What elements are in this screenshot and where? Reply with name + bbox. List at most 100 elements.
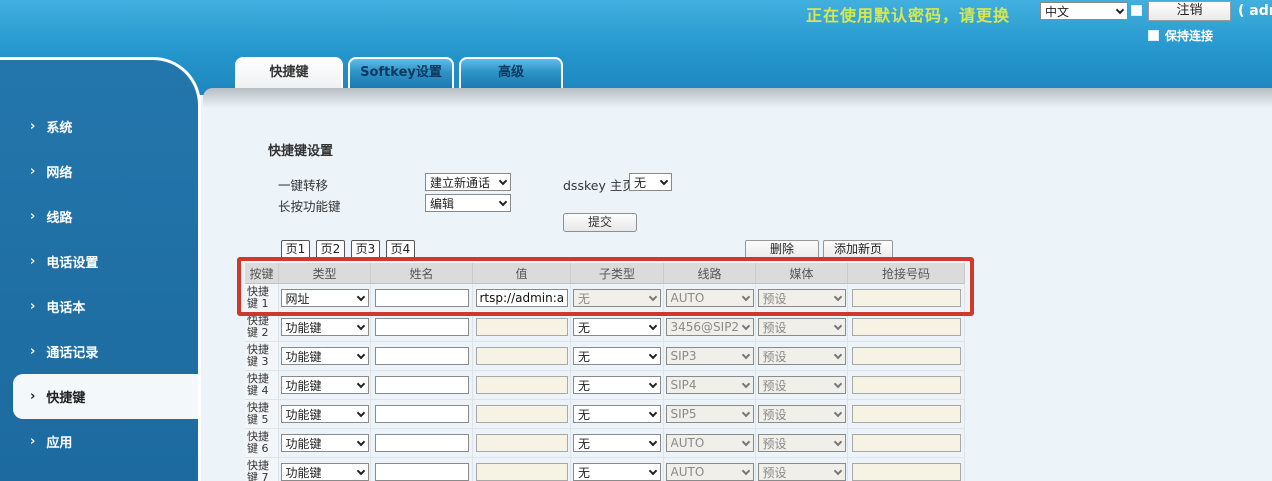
chevron-down-icon: [741, 408, 750, 417]
chevron-down-icon: [741, 292, 750, 301]
logout-button[interactable]: 注销: [1148, 1, 1231, 21]
chevron-right-icon: ›: [30, 164, 36, 179]
topbar-checkbox[interactable]: [1131, 5, 1142, 16]
type-select[interactable]: 功能键: [280, 347, 369, 365]
sidebar: › 系统 › 网络 › 线路 › 电话设置 › 电话本 › 通话记录 › 快捷键…: [0, 57, 201, 481]
type-select[interactable]: 功能键: [280, 318, 369, 336]
name-input[interactable]: [374, 289, 469, 307]
delete-button[interactable]: 删除: [745, 240, 819, 259]
sidebar-item-label: 网络: [46, 166, 73, 181]
sidebar-item-phonebook[interactable]: › 电话本: [0, 284, 198, 329]
submit-button[interactable]: 提交: [563, 213, 637, 232]
one-key-transfer-select[interactable]: 建立新通话: [425, 173, 511, 191]
chevron-down-icon: [356, 437, 365, 446]
shortcut-key-table: 按键 类型 姓名 值 子类型 线路 媒体 抢接号码 快捷键 1 网址 无 AUT…: [245, 263, 965, 481]
value-input: [475, 405, 568, 423]
chevron-down-icon: [356, 321, 365, 330]
subtype-select[interactable]: 无: [573, 463, 661, 481]
chevron-down-icon: [498, 176, 508, 185]
sidebar-item-label: 通话记录: [46, 346, 99, 361]
media-select: 预设: [757, 405, 846, 423]
language-select-value: 中文: [1045, 4, 1070, 19]
chevron-down-icon: [659, 176, 669, 185]
chevron-down-icon: [648, 408, 658, 417]
subtype-select[interactable]: 无: [573, 347, 661, 365]
name-input[interactable]: [374, 405, 469, 423]
dsskey-homepage-value: 无: [634, 175, 647, 190]
type-select[interactable]: 网址: [280, 289, 369, 307]
type-select[interactable]: 功能键: [280, 405, 369, 423]
pickup-number-input: [851, 347, 961, 365]
keep-alive-label: 保持连接: [1165, 29, 1214, 43]
language-select[interactable]: 中文: [1040, 2, 1128, 20]
value-input: [475, 318, 568, 336]
name-input[interactable]: [374, 434, 469, 452]
chevron-down-icon: [741, 466, 750, 475]
subtype-select[interactable]: 无: [573, 318, 661, 336]
name-input[interactable]: [374, 463, 469, 481]
line-select: SIP5: [665, 405, 754, 423]
sidebar-item-line[interactable]: › 线路: [0, 194, 198, 239]
type-select[interactable]: 功能键: [280, 434, 369, 452]
tab-shortcut-keys[interactable]: 快捷键: [235, 57, 343, 88]
chevron-down-icon: [356, 350, 365, 359]
subtype-select[interactable]: 无: [573, 434, 661, 452]
type-select[interactable]: 功能键: [280, 376, 369, 394]
chevron-right-icon: ›: [30, 344, 36, 359]
value-input[interactable]: [475, 289, 568, 307]
sidebar-item-phone-settings[interactable]: › 电话设置: [0, 239, 198, 284]
chevron-down-icon: [648, 321, 658, 330]
col-header-key: 按键: [245, 263, 279, 284]
chevron-down-icon: [741, 321, 750, 330]
long-press-select[interactable]: 编辑: [425, 194, 511, 212]
sidebar-item-label: 电话本: [46, 301, 86, 316]
tab-advanced[interactable]: 高级: [459, 57, 563, 88]
line-select: 3456@SIP2: [665, 318, 754, 336]
chevron-down-icon: [648, 379, 658, 388]
subtype-select[interactable]: 无: [573, 376, 661, 394]
dsskey-homepage-select[interactable]: 无: [629, 173, 672, 191]
sidebar-item-network[interactable]: › 网络: [0, 149, 198, 194]
chevron-right-icon: ›: [30, 209, 36, 224]
line-select: AUTO: [665, 289, 754, 307]
media-select: 预设: [757, 347, 846, 365]
page-tab-1[interactable]: 页1: [281, 240, 310, 259]
sidebar-item-system[interactable]: › 系统: [0, 104, 198, 149]
line-select: AUTO: [665, 434, 754, 452]
media-select: 预设: [757, 289, 846, 307]
keep-alive-checkbox[interactable]: [1148, 30, 1159, 41]
type-select[interactable]: 功能键: [280, 463, 369, 481]
chevron-down-icon: [356, 379, 365, 388]
one-key-transfer-label: 一键转移: [278, 178, 329, 193]
value-input: [475, 376, 568, 394]
page-tab-2[interactable]: 页2: [316, 240, 345, 259]
name-input[interactable]: [374, 376, 469, 394]
row-key-label: 快捷键 6: [245, 429, 279, 458]
add-page-button[interactable]: 添加新页: [823, 240, 893, 259]
media-select: 预设: [757, 463, 846, 481]
name-input[interactable]: [374, 318, 469, 336]
chevron-down-icon: [1115, 5, 1125, 14]
row-key-label: 快捷键 7: [245, 458, 279, 481]
sidebar-item-application[interactable]: › 应用: [0, 419, 198, 464]
col-header-type: 类型: [279, 263, 371, 284]
subtype-select: 无: [573, 289, 661, 307]
chevron-down-icon: [833, 408, 842, 417]
page-tab-3[interactable]: 页3: [351, 240, 380, 259]
sidebar-item-call-log[interactable]: › 通话记录: [0, 329, 198, 374]
page-tab-4[interactable]: 页4: [386, 240, 415, 259]
keep-alive-row: 保持连接: [1148, 27, 1213, 44]
sidebar-item-label: 电话设置: [46, 256, 99, 271]
one-key-transfer-value: 建立新通话: [430, 175, 491, 190]
subtype-select[interactable]: 无: [573, 405, 661, 423]
sidebar-item-shortcut-keys[interactable]: › 快捷键: [13, 374, 198, 419]
content-panel: 快捷键设置 一键转移 建立新通话 dsskey 主页: 无 长按功能键 编辑 提…: [203, 88, 1272, 481]
name-input[interactable]: [374, 347, 469, 365]
chevron-right-icon: ›: [30, 299, 36, 314]
chevron-down-icon: [648, 466, 658, 475]
chevron-down-icon: [741, 350, 750, 359]
sidebar-item-label: 线路: [46, 211, 73, 226]
long-press-value: 编辑: [430, 196, 455, 211]
col-header-line: 线路: [664, 263, 756, 284]
tab-softkey-settings[interactable]: Softkey设置: [348, 57, 454, 88]
